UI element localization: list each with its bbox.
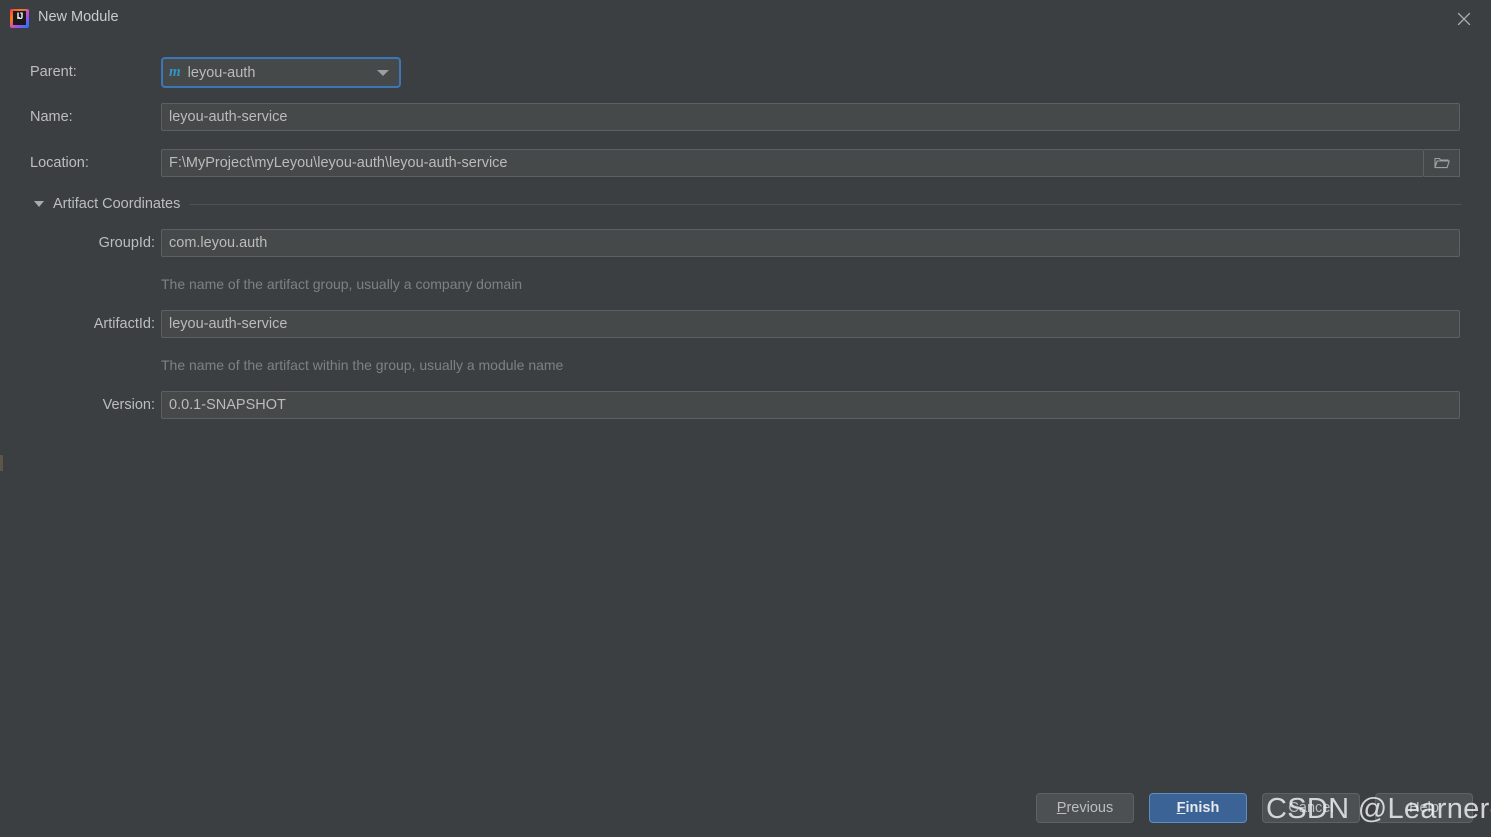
- chevron-down-icon[interactable]: [377, 69, 389, 76]
- location-input[interactable]: F:\MyProject\myLeyou\leyou-auth\leyou-au…: [161, 149, 1424, 177]
- previous-button[interactable]: Previous: [1036, 793, 1134, 823]
- parent-combobox[interactable]: m leyou-auth: [161, 57, 401, 88]
- new-module-dialog: IJ New Module Parent: m leyou-auth Name:…: [0, 0, 1491, 837]
- groupid-hint: The name of the artifact group, usually …: [161, 276, 523, 292]
- finish-mnemonic: F: [1176, 800, 1186, 816]
- version-input[interactable]: 0.0.1-SNAPSHOT: [161, 391, 1460, 419]
- groupid-label: GroupId:: [98, 235, 155, 251]
- help-button[interactable]: Help: [1375, 793, 1473, 823]
- parent-selected-value: leyou-auth: [187, 64, 256, 81]
- dialog-titlebar: IJ New Module: [0, 0, 1491, 36]
- artifactid-input[interactable]: leyou-auth-service: [161, 310, 1460, 338]
- previous-button-label: Previous: [1057, 800, 1113, 816]
- finish-rest: inish: [1185, 800, 1220, 816]
- triangle-down-icon[interactable]: [34, 201, 44, 207]
- previous-rest: revious: [1066, 800, 1114, 816]
- parent-label: Parent:: [30, 64, 77, 80]
- artifact-coordinates-section-toggle[interactable]: Artifact Coordinates: [34, 194, 1462, 214]
- folder-icon[interactable]: [1424, 149, 1460, 177]
- location-label: Location:: [30, 155, 89, 171]
- finish-button-label: Finish: [1177, 800, 1220, 816]
- close-icon[interactable]: [1451, 6, 1477, 32]
- intellij-idea-logo-icon: IJ: [10, 9, 29, 28]
- section-divider: [190, 203, 1462, 205]
- artifactid-label: ArtifactId:: [93, 316, 155, 332]
- maven-module-icon: m: [169, 64, 181, 80]
- dialog-title: New Module: [38, 9, 119, 25]
- artifactid-hint: The name of the artifact within the grou…: [161, 357, 564, 373]
- finish-button[interactable]: Finish: [1149, 793, 1247, 823]
- left-edge-accent: [0, 455, 3, 471]
- app-logo-glyph: IJ: [13, 11, 26, 25]
- artifact-coordinates-title: Artifact Coordinates: [53, 196, 181, 212]
- name-label: Name:: [30, 109, 73, 125]
- name-input[interactable]: leyou-auth-service: [161, 103, 1460, 131]
- groupid-input[interactable]: com.leyou.auth: [161, 229, 1460, 257]
- cancel-button[interactable]: Cancel: [1262, 793, 1360, 823]
- previous-mnemonic: P: [1056, 800, 1067, 816]
- version-label: Version:: [102, 397, 155, 413]
